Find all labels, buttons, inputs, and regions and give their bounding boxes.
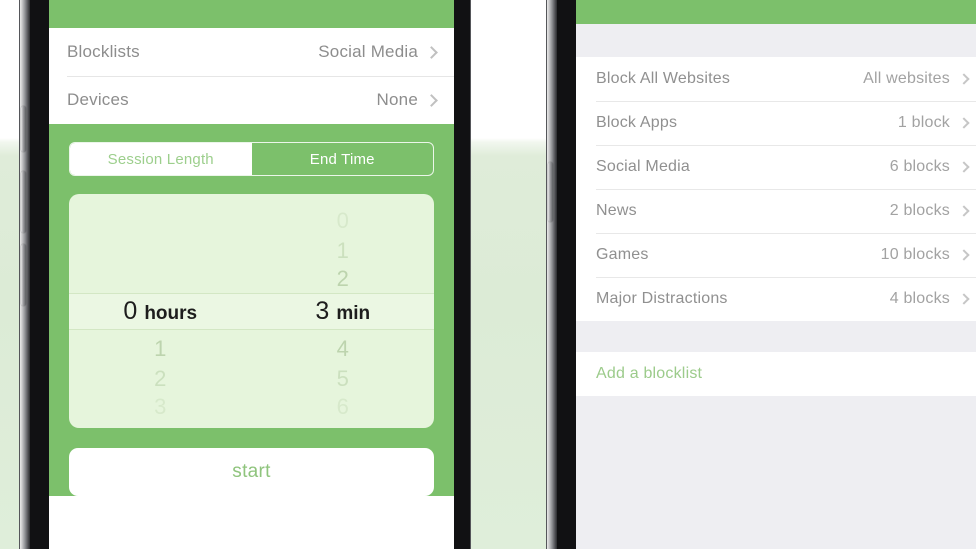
right-phone-device: Block All Websites All websites Block Ap… <box>546 0 976 549</box>
add-blocklist-button[interactable]: Add a blocklist <box>576 352 976 396</box>
left-phone-volume-down-button[interactable] <box>21 244 26 306</box>
right-phone-left-edge <box>546 0 557 549</box>
blocklist-row-label: Major Distractions <box>596 290 728 307</box>
chevron-right-icon <box>958 117 970 129</box>
right-phone-screen: Block All Websites All websites Block Ap… <box>576 0 976 549</box>
left-phone-volume-up-button[interactable] <box>21 171 26 233</box>
settings-row-value-group: None <box>376 90 438 110</box>
blocklist-row-value: 6 blocks <box>889 158 950 175</box>
settings-row-blocklists[interactable]: Blocklists Social Media <box>49 28 454 76</box>
picker-hours-below-1: 1 <box>154 336 167 361</box>
segment-end-time[interactable]: End Time <box>252 143 434 175</box>
picker-selected-hours: 0 hours <box>69 297 252 326</box>
chevron-right-icon <box>958 249 970 261</box>
blocklist-row-news[interactable]: News 2 blocks <box>576 189 976 233</box>
blocklist-row-value: 10 blocks <box>880 246 950 263</box>
blocklist-row-value-group: 10 blocks <box>880 246 970 264</box>
blocklist-row-value-group: 6 blocks <box>889 158 970 176</box>
picker-minutes-above-2: 1 <box>336 238 349 263</box>
settings-row-value: None <box>376 90 418 109</box>
session-mode-segmented-control[interactable]: Session Length End Time <box>69 142 434 176</box>
settings-row-label: Devices <box>67 90 129 109</box>
picker-selection-band: 0 hours 3 min <box>69 293 434 330</box>
blocklist-row-value-group: 2 blocks <box>889 202 970 220</box>
picker-selected-minutes-value: 3 <box>315 297 330 325</box>
picker-selected-minutes-unit: min <box>336 303 371 324</box>
chevron-right-icon <box>958 73 970 85</box>
picker-minutes-above-3: 0 <box>336 208 349 233</box>
left-phone-screen: Blocklists Social Media Devices None Ses… <box>49 0 454 549</box>
blocklist-row-value: 2 blocks <box>889 202 950 219</box>
right-list-top-spacer <box>576 24 976 57</box>
picker-hours-below-3: 3 <box>154 394 167 419</box>
blocklist-row-label: Social Media <box>596 158 691 175</box>
blocklist-row-label: News <box>596 202 637 219</box>
picker-minutes-below-2: 5 <box>336 366 349 391</box>
left-session-panel: Session Length End Time 1 2 3 0 1 2 4 5 … <box>49 124 454 496</box>
screenshot-scene: Blocklists Social Media Devices None Ses… <box>0 0 976 549</box>
blocklist-row-games[interactable]: Games 10 blocks <box>576 233 976 277</box>
blocklist-row-value: 1 block <box>897 114 950 131</box>
blocklist-row-label: Games <box>596 246 649 263</box>
settings-row-devices[interactable]: Devices None <box>49 76 454 124</box>
chevron-right-icon <box>958 205 970 217</box>
start-button[interactable]: start <box>69 448 434 496</box>
left-app-header <box>49 0 454 28</box>
blocklist-section-separator <box>576 321 976 352</box>
blocklist-table: Block All Websites All websites Block Ap… <box>576 57 976 321</box>
picker-selected-hours-unit: hours <box>144 303 198 324</box>
chevron-right-icon <box>958 161 970 173</box>
picker-selected-minutes: 3 min <box>252 297 435 326</box>
right-phone-volume-up-button[interactable] <box>548 162 553 222</box>
right-list-bottom-area <box>576 396 976 549</box>
picker-minutes-below-1: 4 <box>336 336 349 361</box>
blocklist-row-value-group: 1 block <box>897 114 970 132</box>
left-phone-device: Blocklists Social Media Devices None Ses… <box>19 0 471 549</box>
blocklist-row-block-all-websites[interactable]: Block All Websites All websites <box>576 57 976 101</box>
picker-minutes-below-3: 6 <box>336 394 349 419</box>
blocklist-row-value: All websites <box>863 70 950 87</box>
blocklist-row-value-group: All websites <box>863 70 970 88</box>
left-settings-card: Blocklists Social Media Devices None <box>49 28 454 124</box>
chevron-right-icon <box>425 45 438 59</box>
chevron-right-icon <box>425 93 438 107</box>
left-phone-mute-switch[interactable] <box>21 106 26 152</box>
duration-picker[interactable]: 1 2 3 0 1 2 4 5 6 0 hours 3 min <box>69 194 434 428</box>
picker-minutes-above-1: 2 <box>336 266 349 291</box>
chevron-right-icon <box>958 293 970 305</box>
picker-hours-below-2: 2 <box>154 366 167 391</box>
blocklist-row-block-apps[interactable]: Block Apps 1 block <box>576 101 976 145</box>
blocklist-row-label: Block Apps <box>596 114 678 131</box>
blocklist-row-major-distractions[interactable]: Major Distractions 4 blocks <box>576 277 976 321</box>
blocklist-row-value-group: 4 blocks <box>889 290 970 308</box>
blocklist-row-label: Block All Websites <box>596 70 731 87</box>
right-app-header <box>576 0 976 24</box>
segment-session-length[interactable]: Session Length <box>70 143 252 175</box>
settings-row-label: Blocklists <box>67 42 140 61</box>
blocklist-row-value: 4 blocks <box>889 290 950 307</box>
settings-row-value-group: Social Media <box>318 42 438 62</box>
picker-selected-hours-value: 0 <box>123 297 138 325</box>
blocklist-row-social-media[interactable]: Social Media 6 blocks <box>576 145 976 189</box>
settings-row-value: Social Media <box>318 42 418 61</box>
